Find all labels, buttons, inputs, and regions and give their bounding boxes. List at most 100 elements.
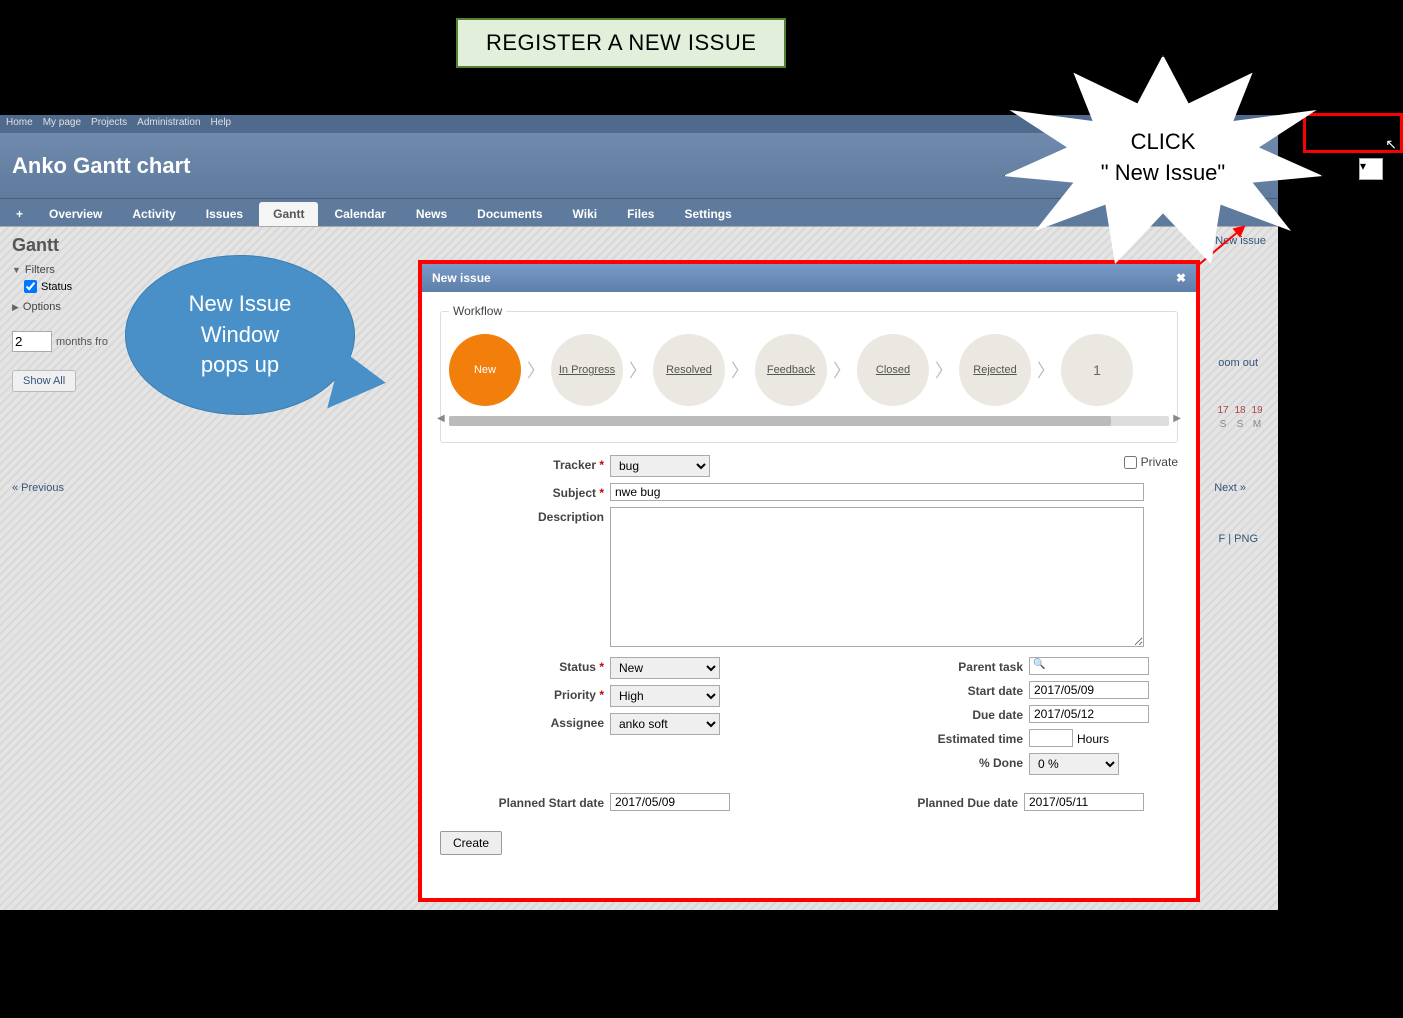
calendar-days: 17 18 19 (1216, 405, 1264, 416)
done-row: % Done 0 % (829, 753, 1178, 775)
collapse-icon: ▼ (12, 265, 21, 275)
status-field-label: Status * (440, 657, 610, 674)
next-link[interactable]: Next » (1214, 482, 1246, 494)
tab-news[interactable]: News (402, 202, 461, 226)
parent-row: Parent task (829, 657, 1178, 675)
show-all-button[interactable]: Show All (12, 370, 76, 392)
workflow-legend: Workflow (449, 304, 506, 318)
tab-overview[interactable]: Overview (35, 202, 116, 226)
right-column: Parent task Start date Due date Estimate… (829, 657, 1178, 781)
priority-row: Priority * High (440, 685, 789, 707)
step-label: Closed (876, 364, 910, 376)
planned-start-input[interactable] (610, 793, 730, 811)
tab-activity[interactable]: Activity (118, 202, 189, 226)
step-in-progress[interactable]: In Progress (551, 334, 623, 406)
description-textarea[interactable] (610, 507, 1144, 647)
tab-gantt[interactable]: Gantt (259, 202, 318, 226)
nav-home[interactable]: Home (6, 117, 33, 131)
project-jump-select[interactable]: ▾ (1359, 158, 1383, 180)
step-resolved[interactable]: Resolved (653, 334, 725, 406)
nav-help[interactable]: Help (211, 117, 232, 131)
done-select[interactable]: 0 % (1029, 753, 1119, 775)
step-closed[interactable]: Closed (857, 334, 929, 406)
description-label: Description (440, 507, 610, 524)
step-label: Rejected (973, 364, 1016, 376)
step-new[interactable]: New (449, 334, 521, 406)
subject-label: Subject * (440, 483, 610, 500)
chevron-right-icon: 〉 (629, 357, 647, 383)
priority-select[interactable]: High (610, 685, 720, 707)
private-checkbox[interactable] (1124, 456, 1137, 469)
tab-files[interactable]: Files (613, 202, 668, 226)
nav-projects[interactable]: Projects (91, 117, 127, 131)
day-18: 18 (1233, 405, 1247, 416)
new-issue-modal: New issue ✖ Workflow New 〉 In Progress 〉… (422, 264, 1196, 898)
duedate-input[interactable] (1029, 705, 1149, 723)
step-label: Feedback (767, 364, 815, 376)
tab-calendar[interactable]: Calendar (320, 202, 399, 226)
left-column: Status * New Priority * High Assignee an… (440, 657, 789, 781)
assignee-row: Assignee anko soft (440, 713, 789, 735)
planned-left: Planned Start date (440, 793, 794, 817)
tab-add[interactable]: + (6, 202, 33, 226)
priority-label: Priority * (440, 685, 610, 702)
esttime-row: Estimated time Hours (829, 729, 1178, 747)
private-option: Private (1124, 455, 1178, 469)
tracker-row: Tracker * bug Private (440, 455, 1178, 477)
two-column-fields: Status * New Priority * High Assignee an… (440, 657, 1178, 781)
expand-icon: ▶ (12, 302, 19, 313)
description-row: Description (440, 507, 1178, 647)
status-label: Status (41, 281, 72, 293)
esttime-unit: Hours (1077, 729, 1109, 746)
scrollbar-thumb[interactable] (449, 416, 1111, 426)
done-label: % Done (829, 753, 1029, 770)
step-rejected[interactable]: Rejected (959, 334, 1031, 406)
nav-admin[interactable]: Administration (137, 117, 200, 131)
tab-wiki[interactable]: Wiki (559, 202, 612, 226)
tab-issues[interactable]: Issues (192, 202, 257, 226)
wd-m: M (1250, 419, 1264, 430)
zoom-out-link[interactable]: oom out (1218, 357, 1258, 369)
banner-title: REGISTER A NEW ISSUE (456, 18, 786, 68)
workflow-scrollbar[interactable] (449, 416, 1169, 426)
parent-input[interactable] (1029, 657, 1149, 675)
nav-mypage[interactable]: My page (43, 117, 81, 131)
modal-body: Workflow New 〉 In Progress 〉 Resolved 〉 … (422, 292, 1196, 867)
export-links[interactable]: F | PNG (1218, 533, 1258, 545)
startdate-row: Start date (829, 681, 1178, 699)
planned-dates-row: Planned Start date Planned Due date (440, 793, 1178, 817)
tab-documents[interactable]: Documents (463, 202, 556, 226)
startdate-input[interactable] (1029, 681, 1149, 699)
bubble-text: New Issue Window pops up (189, 289, 292, 381)
assignee-select[interactable]: anko soft (610, 713, 720, 735)
planned-start-row: Planned Start date (440, 793, 794, 811)
starburst-text: CLICK " New Issue" (1003, 127, 1323, 189)
form-area: Tracker * bug Private Subject * Descript… (440, 455, 1178, 855)
callout-starburst: CLICK " New Issue" (1003, 55, 1323, 275)
esttime-label: Estimated time (829, 729, 1029, 746)
assignee-label: Assignee (440, 713, 610, 730)
tab-settings[interactable]: Settings (670, 202, 745, 226)
step-feedback[interactable]: Feedback (755, 334, 827, 406)
prev-link[interactable]: « Previous (12, 482, 64, 494)
planned-due-row: Planned Due date (824, 793, 1178, 811)
months-label: months fro (56, 336, 108, 348)
step-label: Resolved (666, 364, 712, 376)
status-checkbox[interactable] (24, 280, 37, 293)
status-row: Status * New (440, 657, 789, 679)
step-last[interactable]: 1 (1061, 334, 1133, 406)
day-19: 19 (1250, 405, 1264, 416)
filters-label: Filters (25, 264, 55, 276)
planned-right: Planned Due date (824, 793, 1178, 817)
chevron-right-icon: 〉 (935, 357, 953, 383)
subject-input[interactable] (610, 483, 1144, 501)
planned-due-input[interactable] (1024, 793, 1144, 811)
months-input[interactable] (12, 331, 52, 352)
create-button[interactable]: Create (440, 831, 502, 855)
status-select[interactable]: New (610, 657, 720, 679)
tracker-label: Tracker * (440, 455, 610, 472)
esttime-input[interactable] (1029, 729, 1073, 747)
tracker-select[interactable]: bug (610, 455, 710, 477)
wd-s: S (1216, 419, 1230, 430)
private-label: Private (1141, 455, 1178, 469)
